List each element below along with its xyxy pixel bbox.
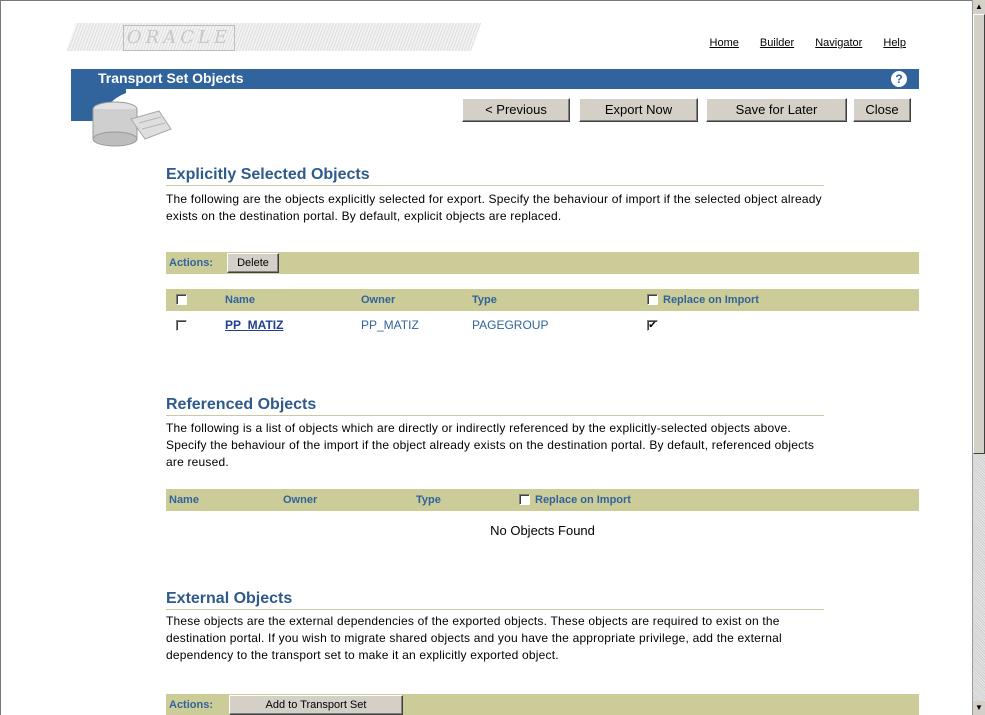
external-objects-description: These objects are the external dependenc…: [166, 614, 782, 662]
scrollbar-thumb[interactable]: [973, 14, 985, 454]
close-button[interactable]: Close: [853, 98, 911, 122]
previous-button[interactable]: < Previous: [462, 98, 570, 122]
col-owner: Owner: [283, 494, 318, 506]
explicit-objects-heading: Explicitly Selected Objects: [166, 166, 824, 186]
save-for-later-button[interactable]: Save for Later: [706, 98, 847, 122]
object-name-link[interactable]: PP_MATIZ: [225, 318, 283, 332]
database-export-icon: [92, 101, 172, 147]
replace-all-checkbox[interactable]: [519, 494, 530, 505]
col-replace-on-import: Replace on Import: [663, 294, 759, 306]
object-type: PAGEGROUP: [472, 318, 549, 332]
global-nav: Home Builder Navigator Help: [692, 37, 906, 49]
portal-logo: ORACLE: [123, 25, 235, 51]
browser-viewport: ORACLE Home Builder Navigator Help Trans…: [0, 0, 972, 715]
select-all-checkbox[interactable]: [176, 294, 187, 305]
external-actions-bar: Actions: Add to Transport Set: [166, 694, 919, 715]
col-name: Name: [169, 494, 199, 506]
explicit-table-header: Name Owner Type Replace on Import: [166, 289, 919, 311]
actions-label: Actions:: [169, 699, 213, 711]
add-to-transport-set-button[interactable]: Add to Transport Set: [229, 695, 403, 715]
builder-link[interactable]: Builder: [760, 37, 794, 49]
scroll-down-arrow-icon[interactable]: ▼: [973, 701, 985, 715]
col-replace-on-import: Replace on Import: [535, 494, 631, 506]
home-link[interactable]: Home: [710, 37, 739, 49]
object-owner: PP_MATIZ: [361, 318, 419, 332]
delete-button[interactable]: Delete: [227, 253, 279, 273]
explicit-actions-bar: Actions: Delete: [166, 252, 919, 274]
col-type: Type: [472, 294, 497, 306]
col-owner: Owner: [361, 294, 396, 306]
referenced-objects-description: The following is a list of objects which…: [166, 421, 815, 469]
empty-message: No Objects Found: [490, 523, 595, 538]
page-title: Transport Set Objects: [98, 70, 244, 86]
external-objects-heading: External Objects: [166, 590, 824, 610]
row-select-checkbox[interactable]: [176, 320, 187, 331]
export-now-button[interactable]: Export Now: [579, 98, 698, 122]
col-type: Type: [416, 494, 441, 506]
vertical-scrollbar[interactable]: ▲ ▼: [972, 0, 985, 715]
explicit-objects-description: The following are the objects explicitly…: [166, 192, 822, 223]
scroll-up-arrow-icon[interactable]: ▲: [973, 0, 985, 14]
referenced-table-header: Name Owner Type Replace on Import: [166, 489, 919, 511]
replace-all-checkbox[interactable]: [647, 294, 658, 305]
help-link[interactable]: Help: [883, 37, 906, 49]
help-icon[interactable]: ?: [891, 71, 907, 87]
navigator-link[interactable]: Navigator: [815, 37, 862, 49]
replace-on-import-checkbox[interactable]: ✔: [647, 320, 658, 331]
col-name: Name: [225, 294, 255, 306]
referenced-objects-heading: Referenced Objects: [166, 396, 824, 416]
actions-label: Actions:: [169, 257, 213, 269]
